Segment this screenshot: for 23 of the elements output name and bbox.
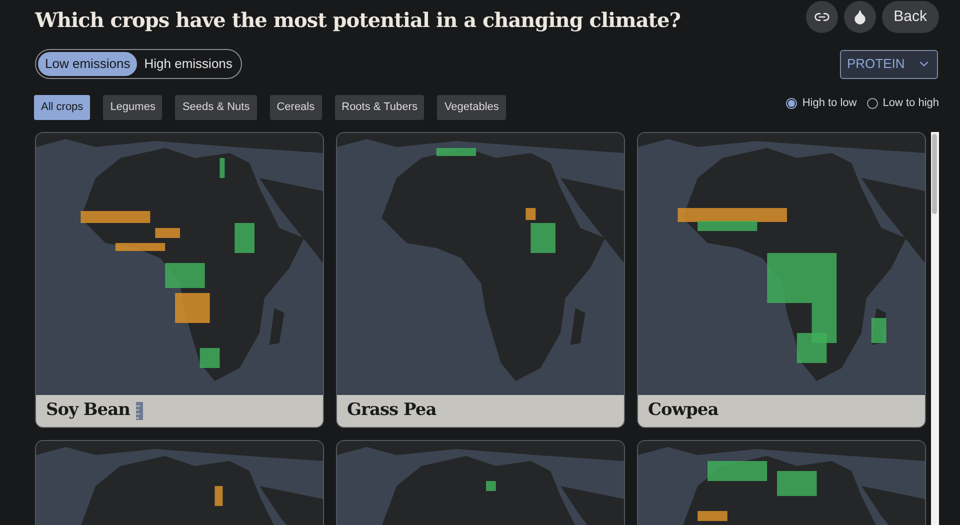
sort-radio[interactable]: High to low bbox=[786, 95, 857, 112]
emissions-option[interactable]: Low emissions bbox=[38, 52, 138, 76]
category-filter[interactable]: Cereals bbox=[270, 95, 322, 120]
crop-name: Grass Pea bbox=[347, 399, 436, 422]
category-filter[interactable]: All crops bbox=[34, 95, 90, 120]
category-filter[interactable]: Roots & Tubers bbox=[334, 95, 424, 120]
scrollbar[interactable] bbox=[931, 132, 939, 525]
crop-name: Soy Bean bbox=[46, 399, 130, 422]
emissions-option[interactable]: High emissions bbox=[137, 52, 240, 76]
sort-radio[interactable]: Low to high bbox=[866, 95, 939, 112]
back-button[interactable]: Back bbox=[882, 1, 939, 33]
link-button[interactable] bbox=[806, 1, 838, 33]
crop-card[interactable]: Cowpea bbox=[637, 132, 926, 428]
droplet-icon bbox=[852, 9, 868, 25]
page-title: Which crops have the most potential in a changing climate? bbox=[35, 7, 680, 34]
crop-card[interactable]: Soy Bean bbox=[35, 132, 324, 428]
crop-name: Cowpea bbox=[648, 399, 718, 422]
water-drop-button[interactable] bbox=[844, 1, 876, 33]
category-filter[interactable]: Seeds & Nuts bbox=[175, 95, 257, 120]
category-filter[interactable]: Legumes bbox=[103, 95, 162, 120]
category-filter[interactable]: Vegetables bbox=[437, 95, 506, 120]
crop-card[interactable]: Grass Pea bbox=[336, 132, 625, 428]
nutrient-select[interactable]: PROTEIN bbox=[840, 50, 938, 78]
